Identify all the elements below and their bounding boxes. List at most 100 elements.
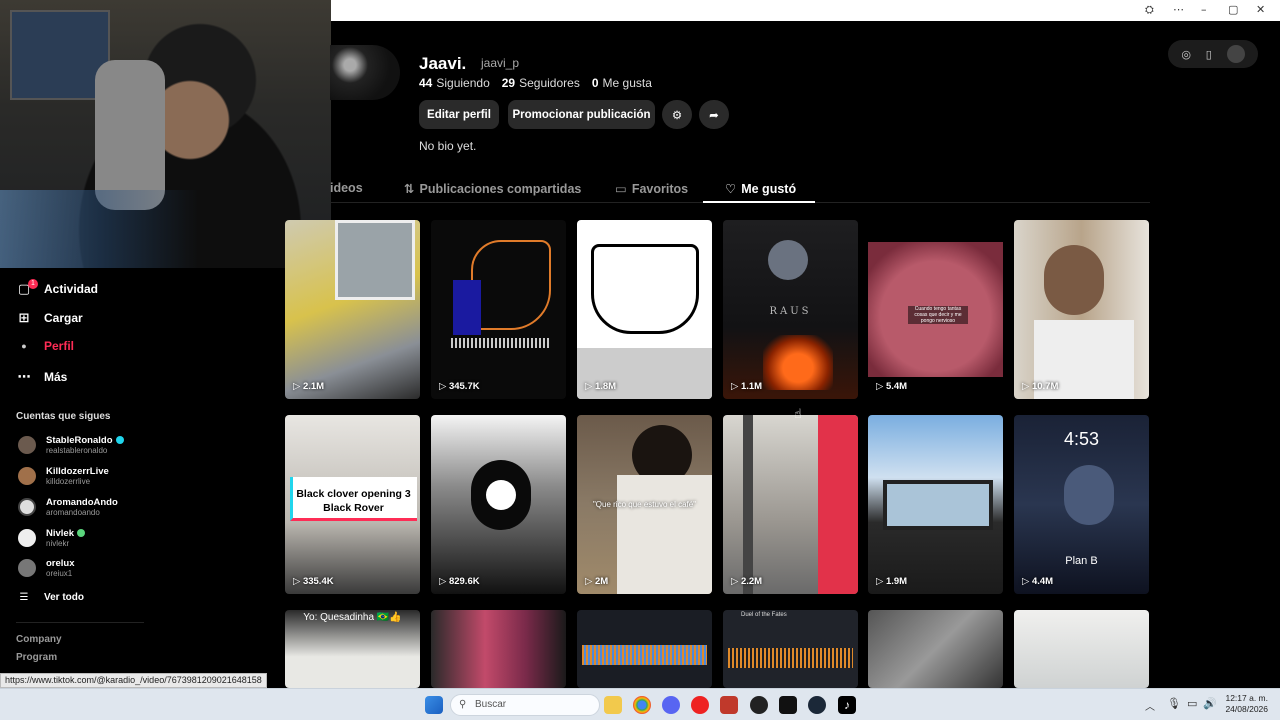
tab-reposts[interactable]: ⇅ Publicaciones compartidas <box>404 181 582 197</box>
following-account[interactable]: orelux oreiux1 <box>18 558 75 578</box>
list-icon: ☰ <box>19 592 29 603</box>
steam-icon[interactable] <box>808 696 826 714</box>
voicemeeter-icon[interactable] <box>720 696 738 714</box>
waveform <box>451 338 551 348</box>
maximize-icon[interactable]: ▢ <box>1228 3 1238 16</box>
following-account[interactable]: Nivlek nivlekr <box>18 528 85 548</box>
epic-games-icon[interactable] <box>779 696 797 714</box>
video-thumbnail[interactable]: 4:53 Plan B ▷ 4.4M <box>1014 415 1149 594</box>
footer-link-program[interactable]: Program <box>16 652 57 663</box>
system-clock[interactable]: 12:17 a. m. 24/08/2026 <box>1218 693 1268 715</box>
media-player-icon[interactable] <box>691 696 709 714</box>
waveform <box>582 645 707 665</box>
tab-label: Publicaciones compartidas <box>419 181 582 196</box>
account-name: AromandoAndo <box>46 497 118 508</box>
video-thumbnail[interactable]: Duel of the Fates <box>723 610 858 688</box>
following-account[interactable]: AromandoAndo aromandoando <box>18 497 118 517</box>
microphone-icon[interactable]: 🎙 <box>1167 697 1181 710</box>
verified-badge-icon <box>77 529 85 538</box>
video-thumbnail[interactable] <box>868 610 1003 688</box>
followers-stat[interactable]: 29 Seguidores <box>502 76 580 90</box>
account-name: Nivlek <box>46 528 74 539</box>
minimize-icon[interactable]: – <box>1201 3 1207 16</box>
close-icon[interactable]: ✕ <box>1256 3 1265 16</box>
sidebar-item-label: Perfil <box>44 339 75 353</box>
network-icon[interactable]: ▭ <box>1187 697 1197 710</box>
more-options-icon[interactable]: ⋯ <box>1173 3 1184 16</box>
account-handle: nivlekr <box>46 539 70 548</box>
thumbnail-art <box>743 415 753 594</box>
profile-bio: No bio yet. <box>419 139 477 153</box>
file-explorer-icon[interactable] <box>604 696 622 714</box>
compass-icon[interactable]: ◎ <box>1181 48 1191 61</box>
tab-liked[interactable]: ♡ Me gustó <box>725 181 796 197</box>
video-thumbnail[interactable]: ▷ 2.2M <box>723 415 858 594</box>
sidebar-item-upload[interactable]: ⊞ Cargar <box>16 310 83 326</box>
account-handle: oreiux1 <box>46 569 73 578</box>
profile-avatar[interactable] <box>330 45 400 100</box>
video-thumbnail[interactable]: ▷ 345.7K <box>431 220 566 399</box>
video-thumbnail[interactable] <box>577 610 712 688</box>
thumbnail-art <box>335 220 415 300</box>
profile-display-name: Jaavi. <box>419 54 467 73</box>
edit-profile-button[interactable]: Editar perfil <box>419 100 499 129</box>
tab-videos[interactable]: ideos <box>330 181 363 195</box>
see-all-link[interactable]: ☰ Ver todo <box>16 592 85 603</box>
translate-icon[interactable]: ⛭ <box>1145 3 1154 17</box>
status-bar-url: https://www.tiktok.com/@karadio_/video/7… <box>0 673 267 688</box>
search-placeholder: Buscar <box>475 699 507 710</box>
video-thumbnail[interactable]: RAUS ▷ 1.1M <box>723 220 858 399</box>
gaming-chair <box>95 60 165 210</box>
view-count: ▷ 2.1M <box>293 381 325 392</box>
following-account[interactable]: KilldozerrLive killdozerrlive <box>18 466 109 486</box>
chrome-icon[interactable] <box>633 696 651 714</box>
likes-stat: 0 Me gusta <box>591 76 652 90</box>
thumbnail-art <box>763 335 833 390</box>
video-thumbnail[interactable]: ▷ 829.6K <box>431 415 566 594</box>
video-thumbnail[interactable] <box>1014 610 1149 688</box>
windows-start-icon[interactable] <box>425 696 443 714</box>
sidebar-item-profile[interactable]: ● Perfil <box>16 339 74 353</box>
video-thumbnail[interactable]: Black clover opening 3 Black Rover ▷ 335… <box>285 415 420 594</box>
tiktok-icon[interactable]: ♪ <box>838 696 856 714</box>
avatar <box>18 436 36 454</box>
following-stat[interactable]: 44 Siguiendo <box>419 76 490 90</box>
discord-icon[interactable] <box>662 696 680 714</box>
share-icon[interactable]: ➦ <box>699 100 729 129</box>
avatar <box>18 467 36 485</box>
tab-label: ideos <box>330 181 363 195</box>
account-name: StableRonaldo <box>46 435 113 446</box>
thumbnail-art <box>883 480 993 530</box>
tray-chevron-icon[interactable]: ︿ <box>1145 698 1155 713</box>
promote-post-button[interactable]: Promocionar publicación <box>508 100 655 129</box>
video-thumbnail[interactable] <box>431 610 566 688</box>
view-count: ▷ 829.6K <box>439 576 480 587</box>
avatar <box>18 559 36 577</box>
thumbnail-art <box>768 240 808 280</box>
footer-link-company[interactable]: Company <box>16 634 62 645</box>
volume-icon[interactable]: 🔊 <box>1203 697 1217 710</box>
sidebar-item-more[interactable]: ⋯ Más <box>16 369 68 385</box>
thumbnail-art <box>453 280 481 335</box>
video-caption: Cuando tengo tantas cosas que decir y me… <box>908 306 968 324</box>
video-thumbnail[interactable]: ▷ 2.1M <box>285 220 420 399</box>
tab-favorites[interactable]: ▭ Favoritos <box>615 181 688 197</box>
video-caption: Yo: Quesadinha 🇧🇷👍 <box>303 612 402 623</box>
active-tab-indicator <box>703 201 815 203</box>
video-thumbnail[interactable]: ▷ 1.8M <box>577 220 712 399</box>
taskbar-search-input[interactable]: ⚲ Buscar <box>450 694 600 716</box>
profile-tabs: ideos ⇅ Publicaciones compartidas ▭ Favo… <box>330 178 1150 203</box>
video-thumbnail[interactable]: "Que rico que estuvo el café" ▷ 2M <box>577 415 712 594</box>
user-avatar-icon[interactable] <box>1226 45 1245 63</box>
video-thumbnail[interactable]: Cuando tengo tantas cosas que decir y me… <box>868 220 1003 399</box>
video-thumbnail[interactable]: ▷ 10.7M <box>1014 220 1149 399</box>
thumbnail-art <box>1044 245 1104 315</box>
account-handle: realstableronaldo <box>46 446 108 455</box>
following-account[interactable]: StableRonaldo realstableronaldo <box>18 435 124 455</box>
video-thumbnail[interactable]: ▷ 1.9M <box>868 415 1003 594</box>
obs-icon[interactable] <box>750 696 768 714</box>
phone-icon[interactable]: ▯ <box>1206 48 1212 61</box>
video-thumbnail[interactable]: Yo: Quesadinha 🇧🇷👍 <box>285 610 420 688</box>
settings-icon[interactable]: ⚙ <box>662 100 692 129</box>
view-count: ▷ 10.7M <box>1022 381 1059 392</box>
